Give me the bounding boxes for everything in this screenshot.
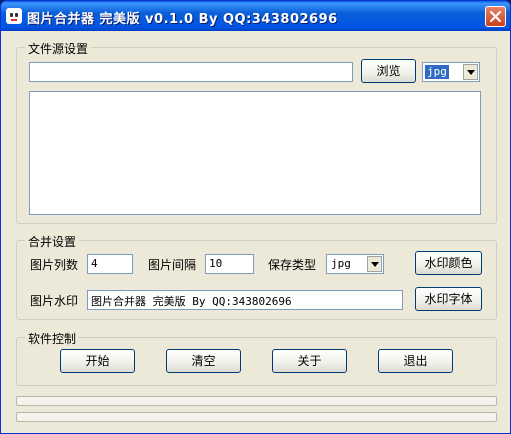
title-bar[interactable]: 图片合并器 完美版 v0.1.0 By QQ:343802696	[1, 1, 510, 31]
close-icon	[490, 11, 501, 22]
save-type-select[interactable]: jpg	[326, 254, 384, 274]
save-type-label: 保存类型	[268, 258, 317, 272]
merge-settings-label: 合并设置	[25, 233, 80, 250]
file-list-area[interactable]	[29, 91, 481, 215]
exit-button[interactable]: 退出	[378, 349, 453, 373]
progress-bar-2	[16, 412, 497, 422]
watermark-font-button[interactable]: 水印字体	[415, 287, 482, 311]
spacing-label: 图片间隔	[148, 258, 197, 272]
source-type-value: jpg	[425, 65, 449, 79]
save-type-value: jpg	[331, 257, 351, 270]
columns-label: 图片列数	[30, 258, 79, 272]
start-button[interactable]: 开始	[60, 349, 135, 373]
close-button[interactable]	[485, 6, 506, 27]
clear-button[interactable]: 清空	[166, 349, 241, 373]
save-type-dropdown-button[interactable]	[367, 256, 382, 272]
source-settings-label: 文件源设置	[25, 40, 92, 57]
watermark-input[interactable]: 图片合并器 完美版 By QQ:343802696	[87, 290, 403, 310]
columns-input[interactable]: 4	[87, 254, 133, 274]
chevron-down-icon	[371, 262, 379, 267]
source-type-select[interactable]: jpg	[422, 62, 480, 82]
spacing-input[interactable]: 10	[205, 254, 254, 274]
progress-bar-1	[16, 396, 497, 406]
main-window: 图片合并器 完美版 v0.1.0 By QQ:343802696 文件源设置 浏…	[0, 0, 511, 434]
app-face-icon	[6, 8, 22, 24]
about-button[interactable]: 关于	[272, 349, 347, 373]
source-type-dropdown-button[interactable]	[463, 64, 478, 80]
watermark-color-button[interactable]: 水印颜色	[415, 251, 482, 275]
browse-button[interactable]: 浏览	[361, 59, 416, 83]
chevron-down-icon	[467, 70, 475, 75]
source-path-input[interactable]	[29, 62, 353, 82]
watermark-label: 图片水印	[30, 294, 79, 308]
window-title: 图片合并器 完美版 v0.1.0 By QQ:343802696	[27, 12, 338, 27]
software-control-label: 软件控制	[25, 330, 80, 347]
